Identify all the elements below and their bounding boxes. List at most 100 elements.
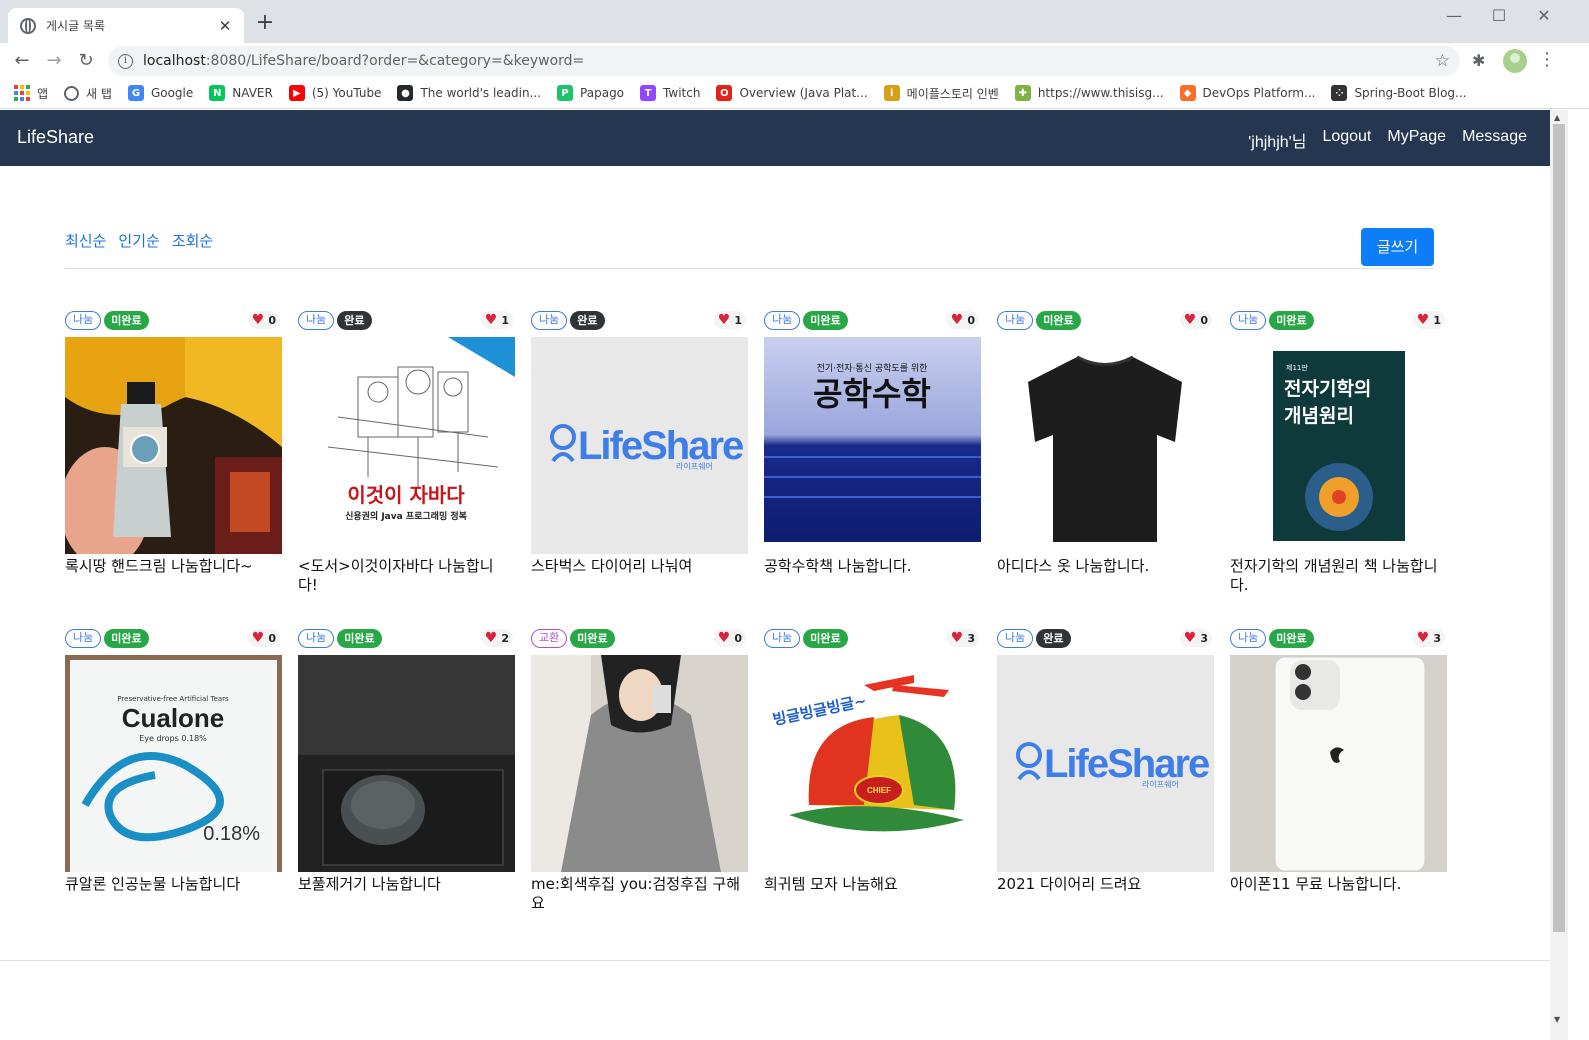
heart-icon: ♥ bbox=[251, 630, 265, 646]
post-card[interactable]: 나눔 완료 ♥ 3 LifeShare 라이프쉐어 2021 다이어리 드려요 bbox=[997, 628, 1214, 894]
sort-popular-link[interactable]: 인기순 bbox=[118, 230, 159, 251]
post-card[interactable]: 나눔 미완료 ♥ 3 CHIEF 빙글빙글빙글~ 희귀템 모자 나눔해요 bbox=[764, 628, 981, 894]
like-count[interactable]: ♥ 0 bbox=[713, 629, 746, 647]
logo-subtext: 라이프쉐어 bbox=[676, 461, 713, 471]
scroll-up-arrow[interactable]: ▲ bbox=[1554, 113, 1560, 122]
extensions-puzzle-icon[interactable]: ✱ bbox=[1472, 51, 1485, 70]
post-card[interactable]: 나눔 완료 ♥ 1 LifeShare 라이프쉐어 스타벅스 다이어리 나눠여 bbox=[531, 310, 748, 576]
bookmark-item[interactable]: 앱 bbox=[14, 85, 48, 102]
brand-link[interactable]: LifeShare bbox=[17, 127, 94, 148]
like-count[interactable]: ♥ 1 bbox=[480, 311, 513, 329]
bookmark-item[interactable]: ● The world's leadin... bbox=[397, 85, 541, 101]
java-book-title: 이것이 자바다 bbox=[347, 483, 465, 507]
status-badge: 완료 bbox=[337, 311, 372, 330]
logout-link[interactable]: Logout bbox=[1322, 128, 1371, 152]
post-title[interactable]: 큐알론 인공눈물 나눔합니다 bbox=[65, 875, 280, 894]
post-thumbnail[interactable] bbox=[65, 337, 282, 554]
like-count[interactable]: ♥ 2 bbox=[480, 629, 513, 647]
post-title[interactable]: 아디다스 옷 나눔합니다. bbox=[997, 557, 1212, 576]
write-post-button[interactable]: 글쓰기 bbox=[1361, 228, 1434, 266]
message-link[interactable]: Message bbox=[1462, 128, 1527, 152]
bookmark-item[interactable]: O Overview (Java Plat... bbox=[716, 85, 868, 101]
scroll-thumb[interactable] bbox=[1553, 124, 1565, 932]
post-card[interactable]: 나눔 미완료 ♥ 1 제11판 전자기학의 개념원리 전자기학의 개념원리 책 나눔합니다. bbox=[1230, 310, 1447, 595]
post-thumbnail[interactable]: LifeShare 라이프쉐어 bbox=[997, 655, 1214, 872]
post-badges: 나눔 미완료 ♥ 1 bbox=[1230, 310, 1447, 331]
address-bar[interactable]: i localhost:8080/LifeShare/board?order=&… bbox=[108, 46, 1460, 76]
window-close-button[interactable]: ✕ bbox=[1522, 4, 1566, 28]
info-icon[interactable]: i bbox=[118, 53, 133, 69]
bookmark-item[interactable]: T Twitch bbox=[640, 85, 700, 101]
post-title[interactable]: 스타벅스 다이어리 나눠여 bbox=[531, 557, 746, 576]
like-count[interactable]: ♥ 1 bbox=[1412, 311, 1445, 329]
minimize-button[interactable]: — bbox=[1432, 4, 1476, 28]
post-card[interactable]: 나눔 완료 ♥ 1 이것이 자바다 신용권의 Java 프로그래밍 정복 <도서>이것이자바… bbox=[298, 310, 515, 595]
post-title[interactable]: 2021 다이어리 드려요 bbox=[997, 875, 1212, 894]
post-card[interactable]: 나눔 미완료 ♥ 0 Preservative-free Artificial Tear… bbox=[65, 628, 282, 894]
post-thumbnail[interactable]: 제11판 전자기학의 개념원리 bbox=[1230, 337, 1447, 554]
like-count[interactable]: ♥ 3 bbox=[946, 629, 979, 647]
bookmark-item[interactable]: ◆ DevOps Platform... bbox=[1179, 85, 1316, 101]
post-title[interactable]: <도서>이것이자바다 나눔합니다! bbox=[298, 557, 513, 595]
bookmark-item[interactable]: G Google bbox=[127, 85, 193, 101]
post-card[interactable]: 나눔 미완료 ♥ 2 보풀제거기 나눔합니다 bbox=[298, 628, 515, 894]
like-count[interactable]: ♥ 3 bbox=[1412, 629, 1445, 647]
post-thumbnail[interactable] bbox=[531, 655, 748, 872]
sort-latest-link[interactable]: 최신순 bbox=[65, 230, 106, 251]
maximize-button[interactable]: ☐ bbox=[1477, 4, 1521, 28]
bookmark-label: DevOps Platform... bbox=[1202, 86, 1316, 100]
bookmark-item[interactable]: 새 탭 bbox=[64, 85, 112, 102]
post-title[interactable]: me:회색후집 you:검정후집 구해요 bbox=[531, 875, 746, 913]
mypage-link[interactable]: MyPage bbox=[1387, 128, 1446, 152]
like-count[interactable]: ♥ 0 bbox=[247, 629, 280, 647]
post-title[interactable]: 록시땅 핸드크림 나눔합니다~ bbox=[65, 557, 280, 576]
page-scrollbar[interactable]: ▲ ▼ bbox=[1550, 110, 1568, 1040]
post-card[interactable]: 나눔 미완료 ♥ 3 아이폰11 무료 나눔합니다. bbox=[1230, 628, 1447, 894]
naver-icon: N bbox=[209, 85, 226, 101]
post-thumbnail[interactable]: Preservative-free Artificial Tears Cualon… bbox=[65, 655, 282, 872]
bookmark-item[interactable]: ⁘ Spring-Boot Blog... bbox=[1331, 85, 1466, 101]
post-title[interactable]: 공학수학책 나눔합니다. bbox=[764, 557, 979, 576]
post-title[interactable]: 전자기학의 개념원리 책 나눔합니다. bbox=[1230, 557, 1445, 595]
bookmark-item[interactable]: i 메이플스토리 인벤 bbox=[883, 85, 999, 102]
bookmark-item[interactable]: N NAVER bbox=[209, 85, 273, 101]
post-title[interactable]: 희귀템 모자 나눔해요 bbox=[764, 875, 979, 894]
new-tab-button[interactable]: + bbox=[252, 10, 278, 36]
scroll-down-arrow[interactable]: ▼ bbox=[1554, 1015, 1560, 1024]
like-number: 1 bbox=[501, 313, 509, 327]
back-button[interactable]: ← bbox=[8, 47, 36, 75]
post-thumbnail[interactable]: 전기·전자·통신 공학도를 위한 공학수학 bbox=[764, 337, 981, 554]
cualone-top: Preservative-free Artificial Tears bbox=[117, 695, 229, 703]
post-thumbnail[interactable]: CHIEF 빙글빙글빙글~ bbox=[764, 655, 981, 872]
post-card[interactable]: 나눔 미완료 ♥ 0 전기·전자·통신 공학도를 위한 공학수학 공학수학책 나눔합니다. bbox=[764, 310, 981, 576]
browser-menu-icon[interactable]: ⋮ bbox=[1538, 49, 1556, 70]
like-count[interactable]: ♥ 3 bbox=[1179, 629, 1212, 647]
like-count[interactable]: ♥ 1 bbox=[713, 311, 746, 329]
post-thumbnail[interactable]: 이것이 자바다 신용권의 Java 프로그래밍 정복 bbox=[298, 337, 515, 554]
like-count[interactable]: ♥ 0 bbox=[247, 311, 280, 329]
post-thumbnail[interactable]: LifeShare 라이프쉐어 bbox=[531, 337, 748, 554]
profile-avatar[interactable] bbox=[1503, 49, 1527, 73]
post-title[interactable]: 아이폰11 무료 나눔합니다. bbox=[1230, 875, 1445, 894]
bookmark-label: Papago bbox=[580, 86, 625, 100]
sort-views-link[interactable]: 조회순 bbox=[172, 230, 213, 251]
like-count[interactable]: ♥ 0 bbox=[1179, 311, 1212, 329]
post-card[interactable]: 나눔 미완료 ♥ 0 아디다스 옷 나눔합니다. bbox=[997, 310, 1214, 576]
bookmark-item[interactable]: ▶ (5) YouTube bbox=[288, 85, 381, 101]
bookmark-label: 앱 bbox=[37, 86, 49, 101]
post-thumbnail[interactable] bbox=[298, 655, 515, 872]
bookmark-item[interactable]: P Papago bbox=[557, 85, 624, 101]
reload-button[interactable]: ↻ bbox=[72, 47, 100, 75]
forward-button[interactable]: → bbox=[40, 47, 68, 75]
post-thumbnail[interactable] bbox=[1230, 655, 1447, 872]
browser-tab[interactable]: 게시글 목록 ✕ bbox=[8, 8, 244, 43]
bookmark-star-icon[interactable]: ☆ bbox=[1435, 51, 1450, 71]
bookmark-item[interactable]: ✚ https://www.thisisg... bbox=[1014, 85, 1164, 101]
like-count[interactable]: ♥ 0 bbox=[946, 311, 979, 329]
post-card[interactable]: 나눔 미완료 ♥ 0 록시땅 핸드크림 나눔합니다~ bbox=[65, 310, 282, 576]
post-card[interactable]: 교환 미완료 ♥ 0 me:회색후집 you:검정후집 구해요 bbox=[531, 628, 748, 913]
post-thumbnail[interactable] bbox=[997, 337, 1214, 554]
post-title[interactable]: 보풀제거기 나눔합니다 bbox=[298, 875, 513, 894]
close-tab-icon[interactable]: ✕ bbox=[216, 17, 234, 35]
puzzle-icon: ✚ bbox=[1014, 85, 1031, 101]
